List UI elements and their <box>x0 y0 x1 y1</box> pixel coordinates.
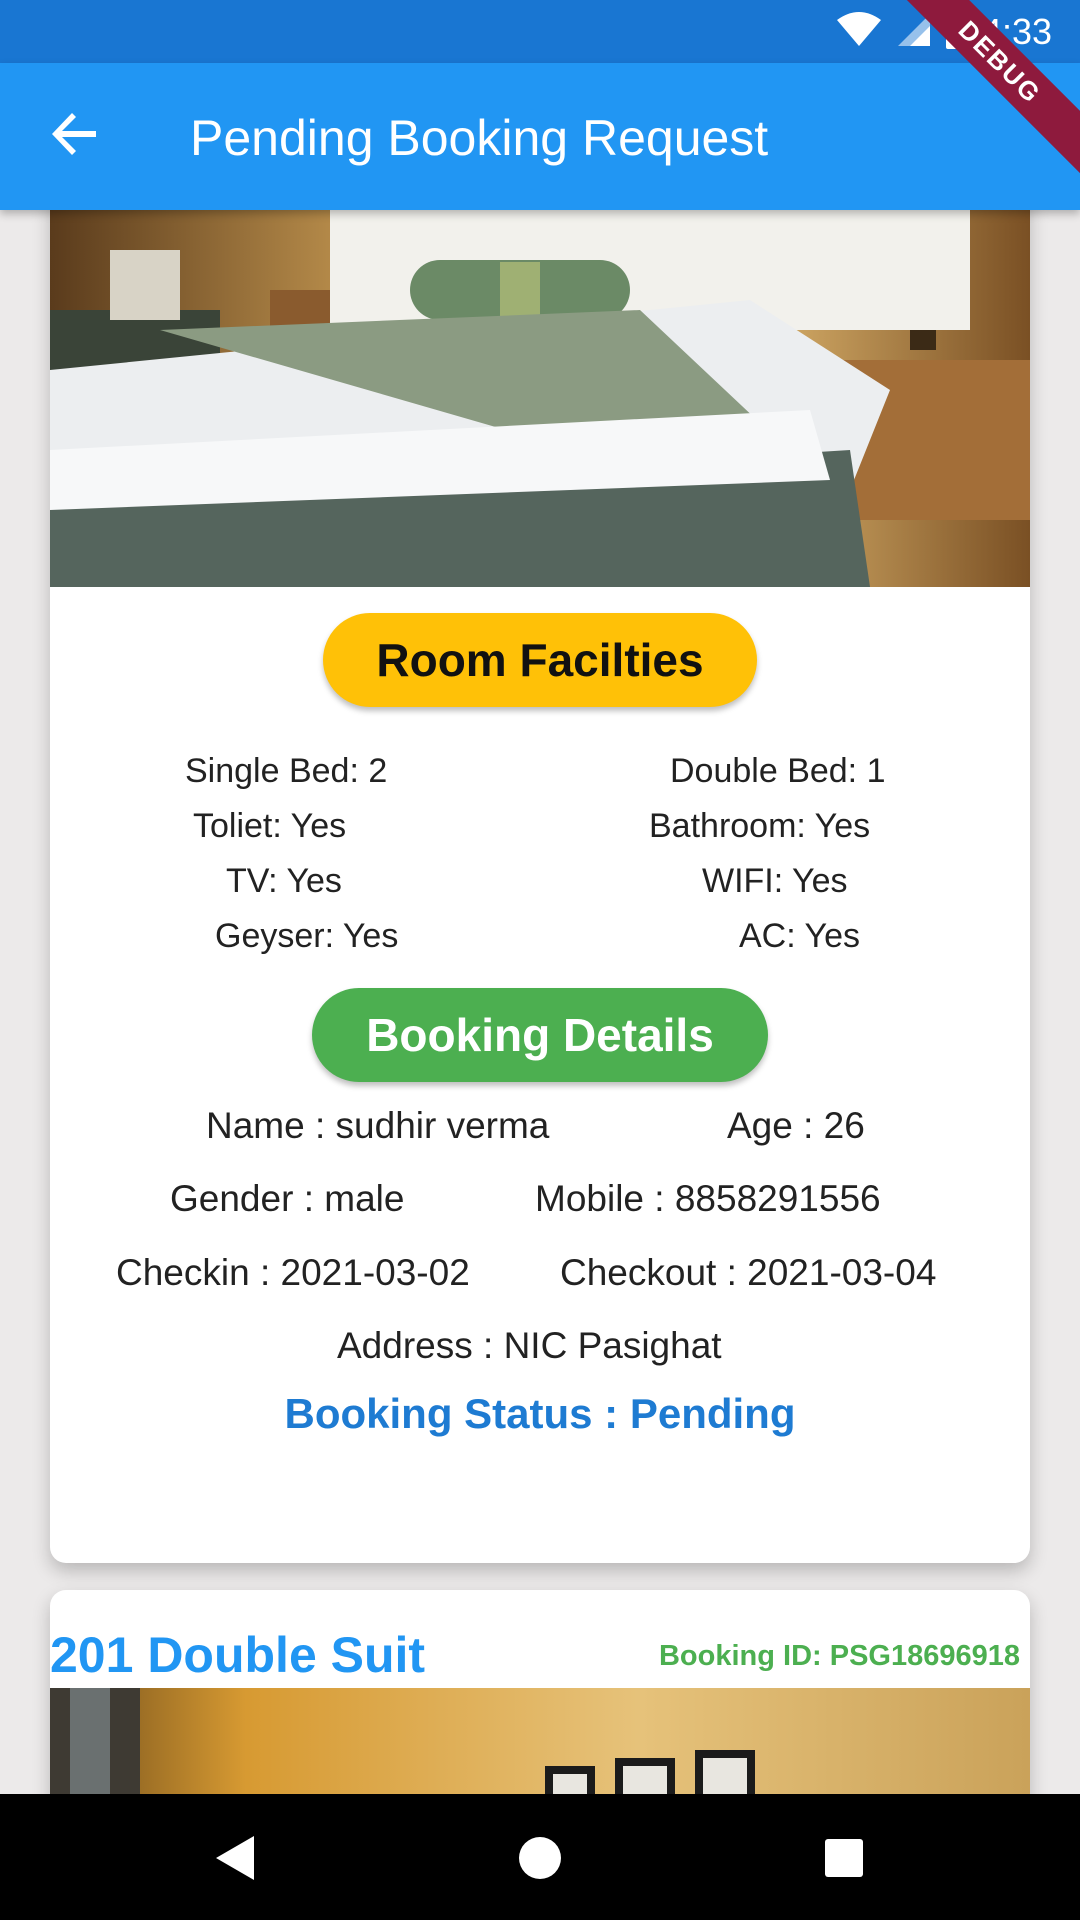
guest-age: Age : 26 <box>727 1105 865 1146</box>
ac-text: AC: Yes <box>739 917 860 955</box>
bathroom-text: Bathroom: Yes <box>649 807 871 845</box>
checkout-date: Checkout : 2021-03-04 <box>560 1252 937 1293</box>
booking-list[interactable]: Room Facilties Single Bed: 2 Double Bed:… <box>0 210 1080 1794</box>
toilet-text: Toliet: Yes <box>193 807 347 845</box>
geyser-text: Geyser: Yes <box>215 917 399 955</box>
back-triangle-icon <box>214 1834 258 1887</box>
booking-status: Booking Status : Pending <box>284 1390 796 1437</box>
back-button[interactable] <box>40 101 110 171</box>
booking-id: Booking ID: PSG18696918 <box>658 1640 1020 1672</box>
wifi-text: WIFI: Yes <box>702 862 848 900</box>
guest-mobile: Mobile : 8858291556 <box>535 1178 881 1219</box>
room-name: 201 Double Suit <box>50 1627 426 1683</box>
nav-home-button[interactable] <box>510 1830 570 1890</box>
recents-square-icon <box>823 1837 865 1884</box>
tv-text: TV: Yes <box>226 862 342 900</box>
room-facilities-badge: Room Facilties <box>323 613 757 707</box>
booking-card: Room Facilties Single Bed: 2 Double Bed:… <box>50 210 1030 1563</box>
guest-address: Address : NIC Pasighat <box>337 1325 722 1366</box>
home-circle-icon <box>517 1835 563 1886</box>
nav-recents-button[interactable] <box>814 1830 874 1890</box>
checkin-date: Checkin : 2021-03-02 <box>116 1252 470 1293</box>
arrow-back-icon <box>52 111 98 162</box>
booking-card-next[interactable]: 201 Double Suit Booking ID: PSG18696918 <box>50 1590 1030 1794</box>
guest-gender: Gender : male <box>170 1178 405 1219</box>
page-title: Pending Booking Request <box>190 110 769 166</box>
single-bed-text: Single Bed: 2 <box>185 752 388 790</box>
app-bar: Pending Booking Request <box>0 63 1080 210</box>
wifi-icon <box>836 11 882 53</box>
room-photo <box>50 1688 1030 1794</box>
booking-details-badge: Booking Details <box>312 988 768 1082</box>
room-photo <box>50 210 1030 587</box>
system-nav-bar <box>0 1794 1080 1920</box>
double-bed-text: Double Bed: 1 <box>670 752 886 790</box>
guest-name: Name : sudhir verma <box>206 1105 550 1146</box>
nav-back-button[interactable] <box>206 1830 266 1890</box>
